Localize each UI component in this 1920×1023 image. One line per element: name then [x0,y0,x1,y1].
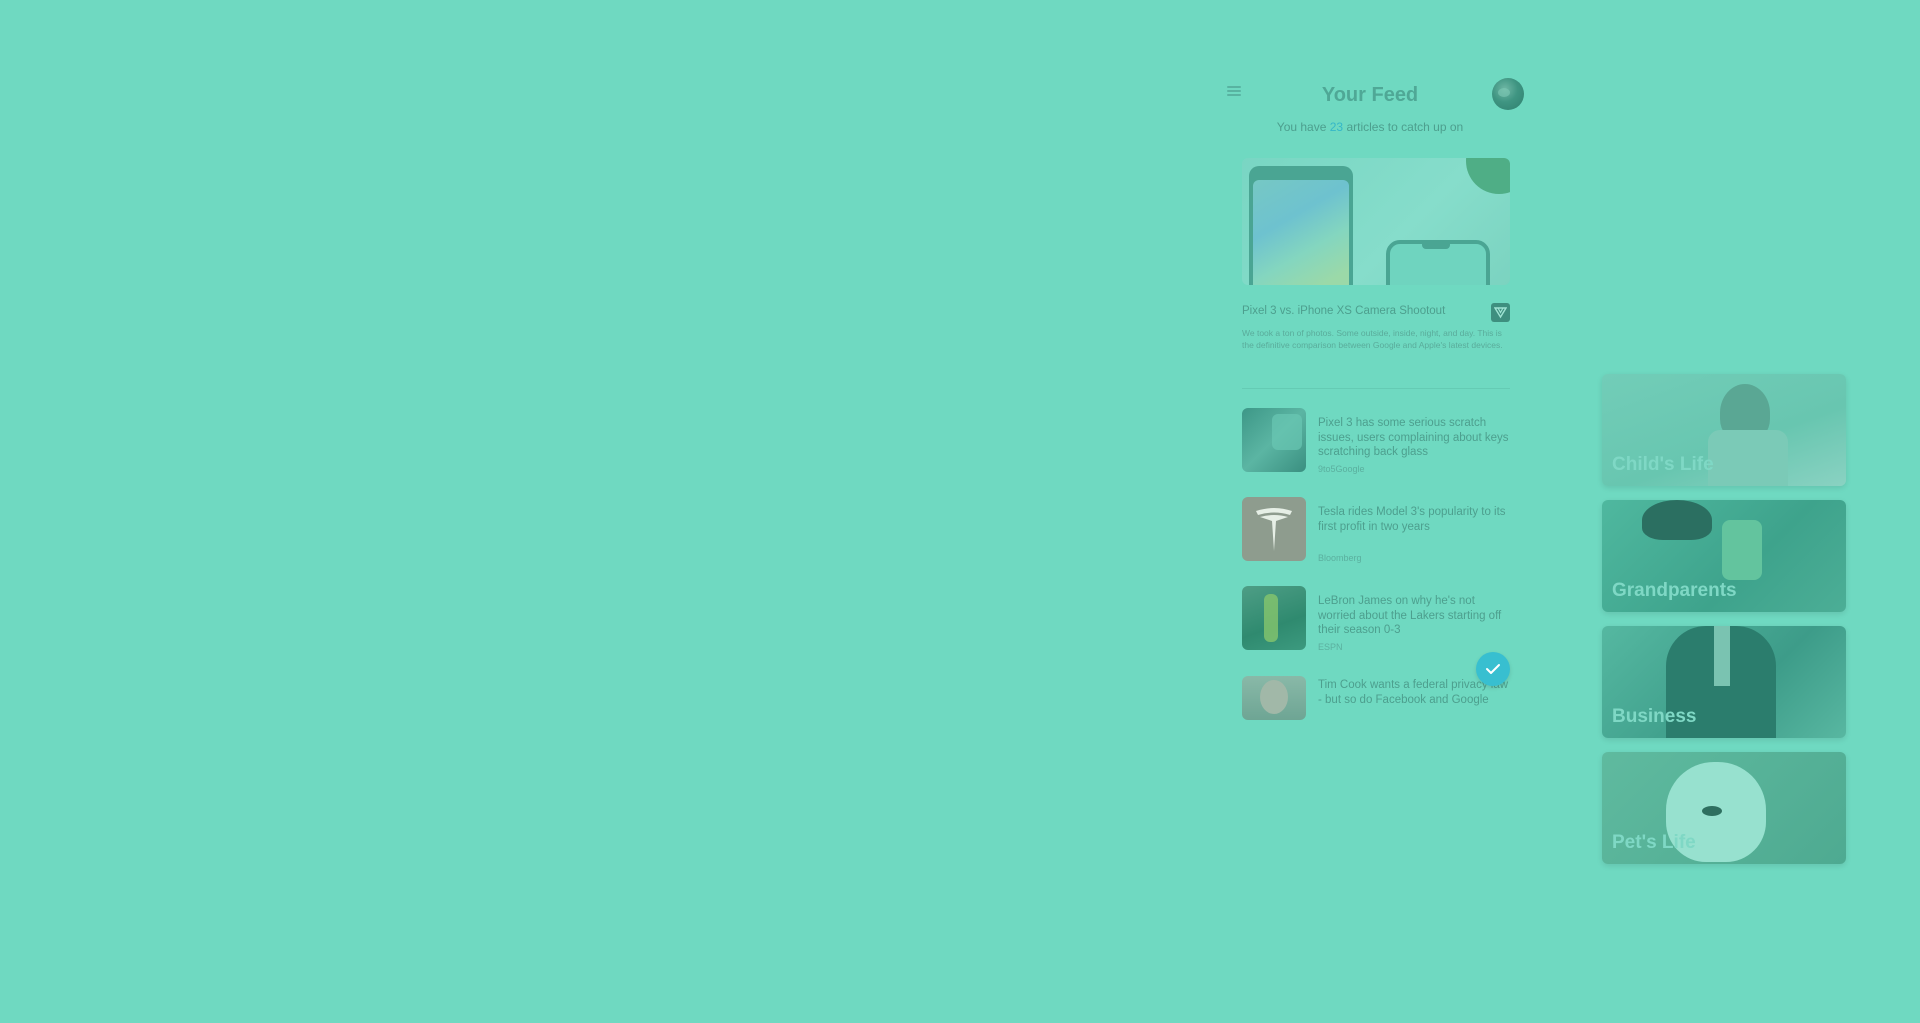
category-card-childs-life[interactable]: Child's Life [1602,374,1846,486]
category-card-grandparents[interactable]: Grandparents [1602,500,1846,612]
phone-image-left [1249,166,1353,285]
divider [1242,388,1510,389]
article-source: Bloomberg [1318,553,1362,563]
category-label: Business [1612,706,1697,727]
screen: Your Feed You have 23 articles to catch … [0,0,1920,1023]
list-item[interactable]: Tesla rides Model 3's popularity to its … [1242,497,1512,563]
featured-title[interactable]: Pixel 3 vs. iPhone XS Camera Shootout [1242,305,1445,317]
avatar[interactable] [1492,78,1524,110]
article-source: 9to5Google [1318,464,1365,474]
article-thumbnail [1242,586,1306,650]
article-headline: Tim Cook wants a federal privacy law - b… [1318,679,1509,706]
article-thumbnail [1242,497,1306,561]
list-item[interactable]: Pixel 3 has some serious scratch issues,… [1242,408,1512,474]
category-label: Child's Life [1612,454,1714,475]
list-item[interactable]: LeBron James on why he's not worried abo… [1242,586,1512,652]
article-headline: Pixel 3 has some serious scratch issues,… [1318,417,1509,458]
feed-app: Your Feed You have 23 articles to catch … [1220,72,1524,732]
category-label: Grandparents [1612,580,1737,601]
article-count: 23 [1329,120,1344,134]
mark-read-button[interactable] [1476,652,1510,686]
category-card-pets-life[interactable]: Pet's Life [1602,752,1846,864]
category-card-business[interactable]: Business [1602,626,1846,738]
subtitle-suffix: articles to catch up on [1346,120,1464,134]
page-title: Your Feed [1321,84,1419,106]
featured-description: We took a ton of photos. Some outside, i… [1242,328,1503,350]
article-headline: Tesla rides Model 3's popularity to its … [1318,506,1506,533]
phone-image-right [1386,240,1490,285]
subtitle-prefix: You have [1276,120,1327,134]
feed-subtitle: You have 23 articles to catch up on [1220,120,1520,134]
category-label: Pet's Life [1612,832,1696,853]
category-list: Child's Life Grandparents Business Pet's… [1602,374,1846,878]
decorative-blob [1466,158,1510,194]
article-source: ESPN [1318,642,1343,652]
article-thumbnail [1242,408,1306,472]
featured-image[interactable] [1242,158,1510,285]
list-item[interactable]: Tim Cook wants a federal privacy law - b… [1242,676,1512,720]
article-thumbnail [1242,676,1306,720]
bookmark-icon[interactable] [1491,303,1510,322]
article-headline: LeBron James on why he's not worried abo… [1318,595,1502,636]
